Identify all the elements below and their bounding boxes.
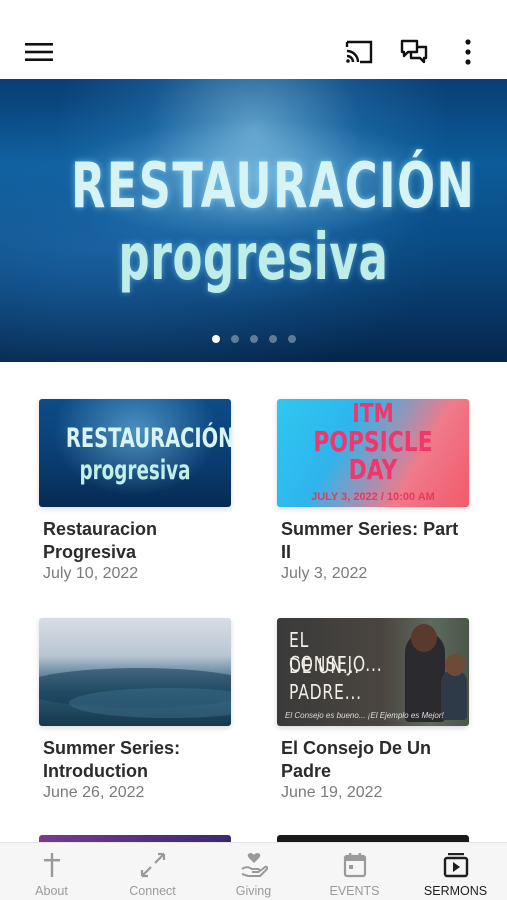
status-bar [0,0,507,26]
sermon-title: El Consejo De Un Padre [281,738,432,781]
sermon-thumbnail: ITM POPSICLE DAY JULY 3, 2022 / 10:00 AM [277,399,469,507]
father-head [411,624,437,652]
thumb-line2: DE UN... [289,654,361,678]
calendar-icon [304,851,405,879]
thumb-line3: DAY [348,453,398,486]
thumb-footer: JULY 3, 2022 / 10:00 AM [311,491,435,503]
sermon-thumbnail: RESTAURACIÓN progresiva [39,399,231,507]
nav-connect[interactable]: Connect [102,843,203,900]
nav-label: Connect [129,884,176,898]
more-vertical-icon[interactable] [452,36,484,68]
thumb-line1: RESTAURACIÓN [65,423,231,454]
thumb-line3: PADRE... [289,680,362,704]
sermon-date: June 19, 2022 [281,784,383,801]
carousel-dot[interactable] [268,335,277,343]
chat-bubbles-icon[interactable] [398,36,430,68]
thumb-line2: progresiva [79,455,191,486]
sermon-date: July 10, 2022 [43,565,139,582]
nav-label: EVENTS [329,884,380,898]
carousel-dot[interactable] [230,335,239,343]
cast-icon[interactable] [343,36,375,68]
connect-arrows-icon [102,851,203,879]
hamburger-icon[interactable] [23,36,55,68]
sermon-title: Summer Series: Part II [281,519,459,562]
heart-hand-icon [203,851,304,879]
hero-title-line2: progresiva [118,221,389,295]
nav-label: SERMONS [423,884,488,898]
sermon-card[interactable]: RESTAURACIÓN progresiva Restauracion Pro… [39,399,231,589]
sermon-title: Summer Series: Introduction [43,738,181,781]
nav-about[interactable]: About [1,843,102,900]
carousel-dot[interactable] [211,335,220,343]
sermon-grid: RESTAURACIÓN progresiva Restauracion Pro… [0,362,507,840]
carousel-dot[interactable] [287,335,296,343]
top-app-bar [0,26,507,78]
sermon-title: Restauracion Progresiva [43,519,158,562]
nav-events[interactable]: EVENTS [304,843,405,900]
sermon-thumbnail: EL CONSEJO... DE UN... PADRE... El Conse… [277,618,469,726]
thumb-caption: El Consejo es bueno... ¡El Ejemplo es Me… [285,711,444,720]
nav-giving[interactable]: Giving [203,843,304,900]
nav-label: Giving [235,884,272,898]
sermon-card[interactable]: ITM POPSICLE DAY JULY 3, 2022 / 10:00 AM… [277,399,469,589]
wave-shape [69,688,231,718]
sermon-thumbnail [39,618,231,726]
nav-label: About [35,884,68,898]
cross-icon [1,851,102,879]
child-head [445,654,465,676]
bottom-navigation: About Connect Giving EVENTS SERMONS [0,842,507,900]
sermon-date: July 3, 2022 [281,565,368,582]
nav-sermons[interactable]: SERMONS [405,843,506,900]
video-library-icon [405,851,506,879]
sermon-date: June 26, 2022 [43,784,145,801]
hero-banner[interactable]: RESTAURACIÓN progresiva [0,79,507,362]
carousel-indicator [0,335,507,345]
hero-title-line1: RESTAURACIÓN [70,149,476,222]
carousel-dot[interactable] [249,335,258,343]
sermon-card[interactable]: Summer Series: Introduction June 26, 202… [39,618,231,808]
sermon-card[interactable]: EL CONSEJO... DE UN... PADRE... El Conse… [277,618,469,808]
